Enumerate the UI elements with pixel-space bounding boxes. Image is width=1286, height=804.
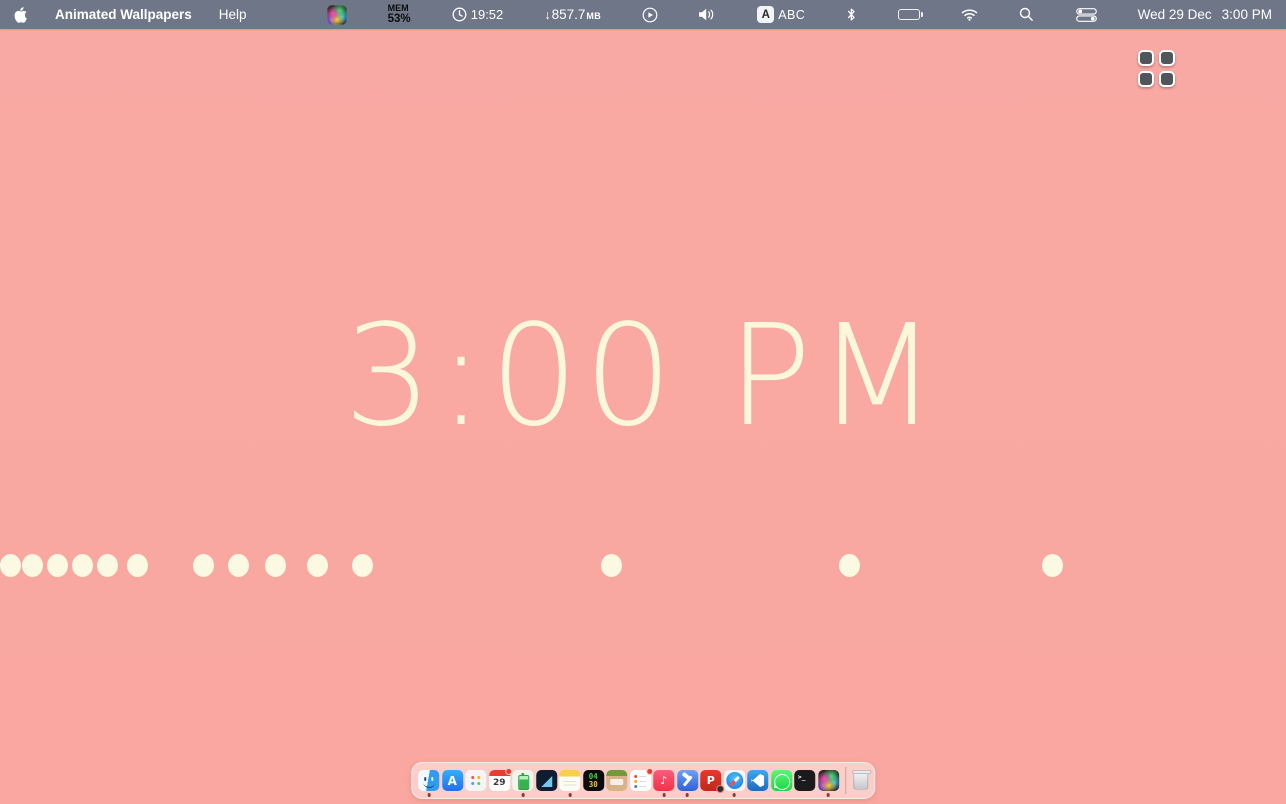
wallpaper-dot [601, 554, 622, 577]
wallpaper-dot [72, 554, 93, 577]
xcode-running-indicator [686, 793, 689, 796]
input-source-status[interactable]: A ABC [757, 6, 805, 23]
wallpaper-dot [228, 554, 249, 577]
widget-square [1159, 50, 1175, 66]
clock-icon [452, 7, 467, 22]
red-p-app-icon[interactable]: P [700, 770, 721, 791]
music-icon[interactable]: ♪ [653, 770, 674, 791]
wallpaper-dot [0, 554, 21, 577]
wallpaper-dot [97, 554, 118, 577]
affinity-designer-icon[interactable] [536, 770, 557, 791]
wallpaper-dot [193, 554, 214, 577]
bring-shopping-icon[interactable] [606, 770, 627, 791]
download-arrow-icon: ↓ [544, 8, 550, 22]
dock-separator [845, 767, 846, 794]
animated-wallpapers-icon[interactable] [818, 770, 839, 791]
wallpaper-dot [1042, 554, 1063, 577]
vscode-icon[interactable] [747, 770, 768, 791]
calendar-icon[interactable]: 29 [489, 770, 510, 791]
menubar-clock[interactable]: Wed 29 Dec 3:00 PM [1138, 7, 1272, 22]
reminders-icon[interactable] [630, 770, 651, 791]
memory-value: 53% [388, 13, 411, 25]
wifi-icon[interactable] [961, 8, 978, 21]
control-center-icon[interactable] [1076, 8, 1097, 22]
reminders-notification-badge [646, 768, 654, 776]
calendar-glyph: 29 [493, 778, 506, 788]
menu-help[interactable]: Help [219, 7, 247, 22]
battery-running-indicator [521, 793, 524, 796]
memory-label: MEM [388, 4, 411, 13]
wallpapers-running-indicator [827, 793, 830, 796]
calendar-notification-badge [505, 768, 513, 776]
dock: A 29 0430 ♪ P [411, 762, 875, 799]
dock-items: A 29 0430 ♪ P [418, 770, 839, 791]
notes-icon[interactable] [559, 770, 580, 791]
wallpaper-dot [127, 554, 148, 577]
finder-running-indicator [427, 793, 430, 796]
timer-value: 19:52 [471, 7, 504, 22]
trash-icon[interactable] [853, 771, 868, 790]
menubar-time: 3:00 PM [1222, 7, 1272, 22]
network-throughput-status[interactable]: ↓ 857.7 MB [544, 7, 601, 22]
wallpaper-dot [265, 554, 286, 577]
widget-square [1159, 71, 1175, 87]
terminal-icon[interactable] [794, 770, 815, 791]
music-running-indicator [662, 793, 665, 796]
battery-monitor-icon[interactable] [512, 770, 533, 791]
apple-menu-icon[interactable] [14, 6, 28, 23]
wallpaper-dot [352, 554, 373, 577]
launchpad-icon[interactable] [465, 770, 486, 791]
wallpaper-dot [47, 554, 68, 577]
safari-running-indicator [733, 793, 736, 796]
network-unit: MB [586, 11, 601, 21]
widget-square [1138, 71, 1154, 87]
clockwidget-bottom-text: 30 [589, 781, 598, 789]
app-store-icon[interactable]: A [442, 770, 463, 791]
widget-square [1138, 50, 1154, 66]
input-source-label: ABC [778, 8, 805, 22]
whatsapp-icon[interactable] [771, 770, 792, 791]
finder-icon[interactable] [418, 770, 439, 791]
menu-bar: Animated Wallpapers Help MEM 53% 19:52 ↓… [0, 0, 1286, 29]
xcode-icon[interactable] [677, 770, 698, 791]
clock-widget-icon[interactable]: 0430 [583, 770, 604, 791]
wallpaper-dot [839, 554, 860, 577]
wallpaper-dots [0, 0, 1286, 804]
safari-icon[interactable] [724, 770, 745, 791]
redp-glyph: P [707, 774, 715, 787]
redp-sub-badge [716, 785, 724, 793]
wallpaper-dot [307, 554, 328, 577]
input-source-box: A [757, 6, 774, 23]
volume-icon[interactable] [699, 8, 716, 21]
spotlight-search-icon[interactable] [1019, 7, 1034, 22]
battery-icon[interactable] [898, 9, 920, 20]
memory-status[interactable]: MEM 53% [388, 4, 411, 26]
menubar-date: Wed 29 Dec [1138, 7, 1212, 22]
wallpapers-menubar-icon[interactable] [327, 5, 347, 25]
music-glyph: ♪ [660, 774, 667, 787]
timer-status[interactable]: 19:52 [452, 7, 504, 22]
wallpaper-dot [22, 554, 43, 577]
active-app-title[interactable]: Animated Wallpapers [55, 7, 192, 22]
appstore-glyph: A [448, 774, 457, 788]
notes-running-indicator [568, 793, 571, 796]
network-value: 857.7 [552, 7, 586, 22]
bluetooth-icon[interactable] [846, 7, 857, 22]
widget-grid-icon[interactable] [1138, 50, 1175, 87]
desktop-wallpaper: 3:00 PM [0, 0, 1286, 804]
playback-icon[interactable] [642, 7, 658, 23]
battery-nub [921, 12, 923, 17]
